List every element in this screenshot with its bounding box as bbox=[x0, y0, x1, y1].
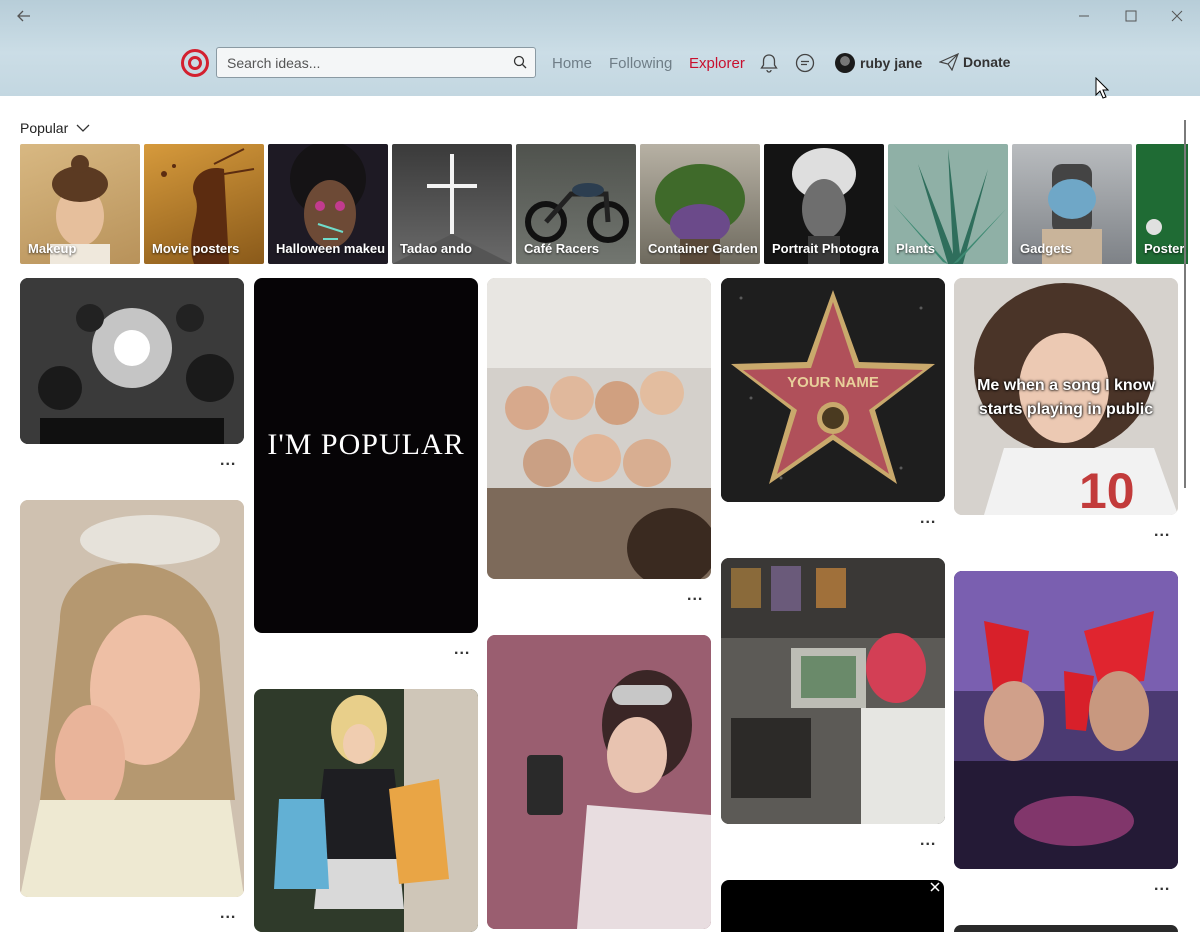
user-profile[interactable]: ruby jane bbox=[835, 53, 922, 73]
header: Home Following Explorer ruby jane Donate bbox=[0, 0, 1200, 96]
category-gadgets[interactable]: Gadgets bbox=[1012, 144, 1132, 264]
category-container-garden[interactable]: Container Garden bbox=[640, 144, 760, 264]
category-tadao-ando[interactable]: Tadao ando bbox=[392, 144, 512, 264]
close-icon bbox=[1171, 10, 1183, 22]
paparazzi-image bbox=[20, 278, 244, 444]
mouse-cursor-icon bbox=[1095, 77, 1109, 99]
category-poster-design[interactable]: Poster d bbox=[1136, 144, 1188, 264]
pin-more-button[interactable]: ... bbox=[454, 641, 470, 659]
gamer-room-image bbox=[721, 558, 945, 824]
selfie-image bbox=[20, 500, 244, 897]
nav-home[interactable]: Home bbox=[552, 55, 592, 72]
search-box bbox=[216, 47, 536, 78]
minimize-button[interactable] bbox=[1064, 4, 1104, 28]
pin-caption: Me when a song I know starts playing in … bbox=[977, 377, 1155, 418]
maximize-button[interactable] bbox=[1111, 4, 1151, 28]
pin-selfie-girl[interactable] bbox=[20, 500, 244, 897]
pin-more-button[interactable]: ... bbox=[220, 452, 236, 470]
pin-more-button[interactable]: ... bbox=[1154, 877, 1170, 895]
category-makeup[interactable]: Makeup bbox=[20, 144, 140, 264]
nav-following[interactable]: Following bbox=[609, 55, 672, 72]
category-label: Plants bbox=[896, 241, 936, 256]
user-name: ruby jane bbox=[860, 55, 923, 71]
svg-text:10: 10 bbox=[1079, 463, 1135, 515]
category-label: Gadgets bbox=[1020, 241, 1073, 256]
pin-more-button[interactable]: ... bbox=[687, 587, 703, 605]
category-portrait-photography[interactable]: Portrait Photogra bbox=[764, 144, 884, 264]
pin-song-meme[interactable]: 10 Me when a song I know starts playing … bbox=[954, 278, 1178, 515]
group-selfie-image bbox=[487, 278, 711, 579]
category-label: Portrait Photogra bbox=[772, 241, 879, 256]
search-input[interactable] bbox=[217, 48, 507, 77]
avatar bbox=[835, 53, 855, 73]
arrow-left-icon bbox=[17, 10, 30, 22]
clueless-image bbox=[254, 689, 478, 932]
close-button[interactable] bbox=[1157, 4, 1197, 28]
rollers-image bbox=[487, 635, 711, 929]
category-label: Halloween makeu bbox=[276, 241, 386, 256]
popular-dropdown[interactable]: Popular bbox=[20, 120, 90, 136]
pin-caption: I'M POPULAR bbox=[267, 428, 465, 461]
minimize-icon bbox=[1079, 15, 1089, 17]
donate-button[interactable]: Donate bbox=[939, 53, 1010, 71]
pin-group-selfie[interactable] bbox=[487, 278, 711, 579]
category-plants[interactable]: Plants bbox=[888, 144, 1008, 264]
logo[interactable] bbox=[181, 46, 209, 80]
section-title: Popular bbox=[20, 120, 69, 136]
scrollbar[interactable] bbox=[1184, 120, 1186, 488]
pin-paparazzi[interactable] bbox=[20, 278, 244, 444]
category-label: Poster d bbox=[1144, 241, 1188, 256]
pin-more-button[interactable]: ... bbox=[920, 832, 936, 850]
pin-more-button[interactable]: ... bbox=[220, 905, 236, 923]
maximize-icon bbox=[1125, 10, 1137, 22]
pin-more-button[interactable]: ... bbox=[920, 510, 936, 528]
donate-label: Donate bbox=[963, 54, 1011, 70]
bell-icon[interactable] bbox=[758, 52, 780, 74]
category-cafe-racers[interactable]: Café Racers bbox=[516, 144, 636, 264]
nav-explorer[interactable]: Explorer bbox=[689, 55, 745, 72]
search-icon[interactable] bbox=[513, 55, 527, 69]
close-icon[interactable] bbox=[930, 882, 940, 892]
category-label: Container Garden bbox=[648, 241, 758, 256]
pin-rollers-mirror[interactable] bbox=[487, 635, 711, 929]
pin-next[interactable] bbox=[954, 925, 1178, 932]
category-label: Tadao ando bbox=[400, 241, 472, 256]
category-strip: Makeup Movie posters Halloween makeu Tad… bbox=[20, 144, 1188, 264]
chevron-down-icon bbox=[76, 124, 90, 132]
category-halloween-makeup[interactable]: Halloween makeu bbox=[268, 144, 388, 264]
category-label: Movie posters bbox=[152, 241, 240, 256]
logo-icon bbox=[181, 49, 209, 77]
pin-more-button[interactable]: ... bbox=[1154, 523, 1170, 541]
pin-party-cups[interactable] bbox=[954, 571, 1178, 869]
pin-im-popular[interactable]: I'M POPULAR bbox=[254, 278, 478, 633]
pin-black[interactable] bbox=[721, 880, 944, 932]
category-label: Makeup bbox=[28, 241, 77, 256]
send-icon bbox=[939, 53, 959, 71]
chat-icon[interactable] bbox=[794, 52, 816, 74]
pin-caption: YOUR NAME bbox=[787, 374, 879, 391]
back-button[interactable] bbox=[4, 4, 44, 28]
pin-your-name-star[interactable]: YOUR NAME bbox=[721, 278, 945, 502]
category-label: Café Racers bbox=[524, 241, 600, 256]
pin-retro-gamer[interactable] bbox=[721, 558, 945, 824]
category-movie-posters[interactable]: Movie posters bbox=[144, 144, 264, 264]
pin-clueless[interactable] bbox=[254, 689, 478, 932]
party-image bbox=[954, 571, 1178, 869]
